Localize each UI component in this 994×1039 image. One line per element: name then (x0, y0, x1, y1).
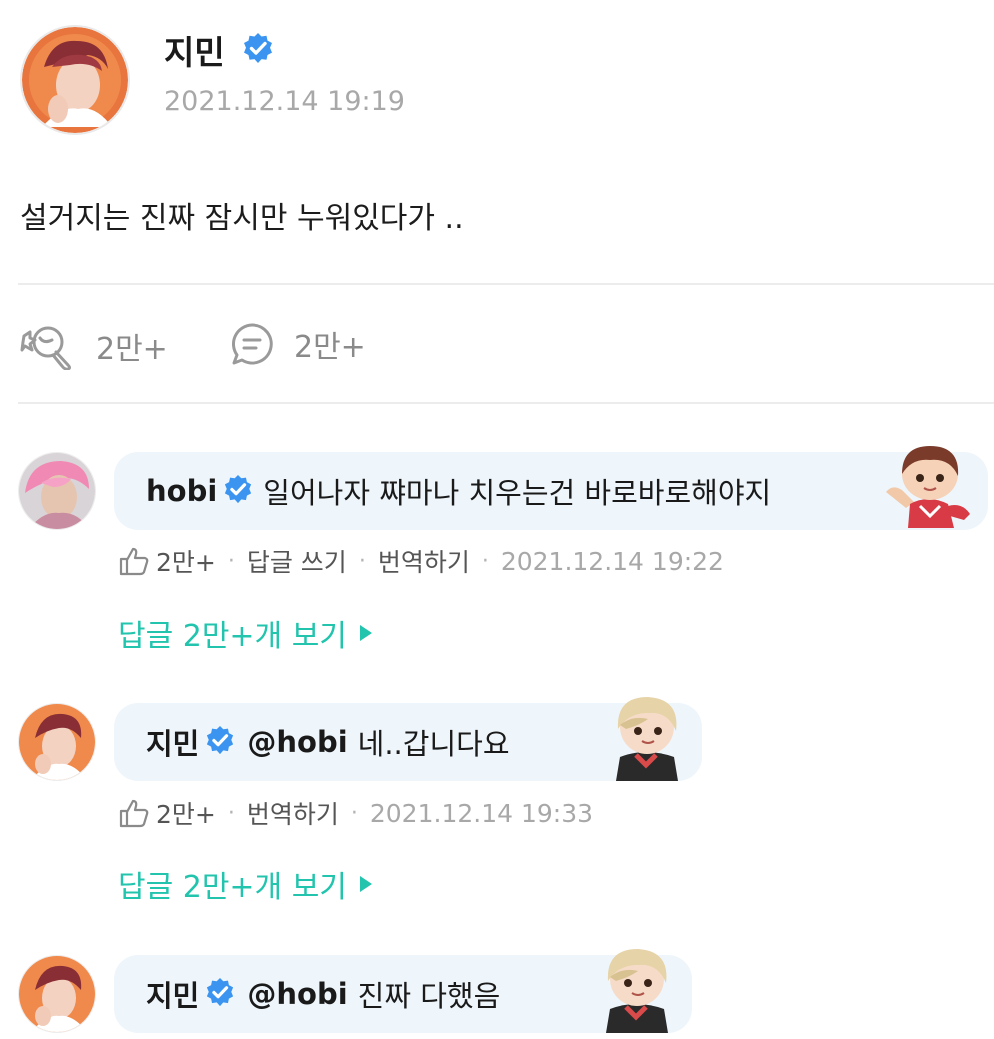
post-author-name[interactable]: 지민 (164, 26, 274, 75)
comment-text: 일어나자 쨔마나 치우는건 바로바로해야지 (263, 476, 772, 510)
verified-badge-icon (242, 32, 274, 72)
post-timestamp: 2021.12.14 19:19 (164, 86, 405, 117)
character-sticker-icon (606, 695, 688, 785)
comment-text: 진짜 다했음 (357, 979, 501, 1013)
thumbs-up-icon[interactable] (118, 545, 150, 577)
post-author-label[interactable]: 지민 (164, 33, 225, 72)
post-like-button[interactable]: 2만+ (20, 322, 168, 370)
view-replies-link[interactable]: 답글 2만+개 보기 (118, 862, 373, 906)
verified-badge-icon (223, 474, 253, 508)
comment-avatar[interactable] (18, 955, 96, 1033)
post-body-text: 설거지는 진짜 잠시만 누워있다가 .. (20, 201, 464, 236)
comment-avatar[interactable] (18, 452, 96, 530)
reply-button[interactable]: 답글 쓰기 (247, 543, 347, 579)
caret-right-icon (359, 625, 372, 641)
character-sticker-icon (596, 947, 678, 1037)
mention-link[interactable]: @hobi (247, 977, 347, 1011)
comment-bubble[interactable]: hobi 일어나자 쨔마나 치우는건 바로바로해야지 (114, 446, 988, 530)
comment-avatar[interactable] (18, 703, 96, 781)
divider (18, 283, 994, 285)
separator-dot: · (350, 800, 358, 826)
post-comment-button[interactable]: 2만+ (230, 322, 366, 366)
verified-badge-icon (205, 725, 235, 759)
comment-bubble[interactable]: 지민 @hobi 진짜 다했음 (114, 949, 692, 1033)
comment-like-count: 2만+ (156, 800, 216, 829)
translate-button[interactable]: 번역하기 (247, 795, 339, 831)
view-replies-label[interactable]: 답글 2만+개 보기 (118, 862, 347, 906)
post-like-count: 2만+ (96, 332, 168, 367)
cheer-icon (20, 326, 71, 370)
divider (18, 402, 994, 404)
comment-text: 네..갑니다요 (357, 727, 510, 761)
character-sticker-icon (884, 444, 974, 534)
separator-dot: · (481, 548, 489, 574)
comment-like-count: 2만+ (156, 548, 216, 577)
caret-right-icon (359, 876, 372, 892)
comment-author[interactable]: hobi (146, 474, 217, 508)
comment-timestamp: 2021.12.14 19:33 (369, 798, 594, 828)
thumbs-up-icon[interactable] (118, 797, 150, 829)
comment-meta: 2만+ · 답글 쓰기 · 번역하기 · 2021.12.14 19:22 (118, 543, 724, 579)
post-author-avatar[interactable] (20, 25, 130, 135)
separator-dot: · (227, 800, 235, 826)
comment-timestamp: 2021.12.14 19:22 (500, 546, 724, 576)
comment-meta: 2만+ · 번역하기 · 2021.12.14 19:33 (118, 795, 593, 831)
comment-author[interactable]: 지민 (146, 973, 199, 1015)
post-comment-count: 2만+ (294, 330, 366, 365)
translate-button[interactable]: 번역하기 (378, 543, 470, 579)
verified-badge-icon (205, 977, 235, 1011)
comment-bubble-icon (232, 323, 273, 365)
comment-bubble[interactable]: 지민 @hobi 네..갑니다요 (114, 697, 702, 781)
view-replies-link[interactable]: 답글 2만+개 보기 (118, 611, 373, 655)
mention-link[interactable]: @hobi (247, 725, 347, 759)
view-replies-label[interactable]: 답글 2만+개 보기 (118, 611, 347, 655)
comment-author[interactable]: 지민 (146, 721, 199, 763)
separator-dot: · (227, 548, 235, 574)
separator-dot: · (358, 548, 366, 574)
